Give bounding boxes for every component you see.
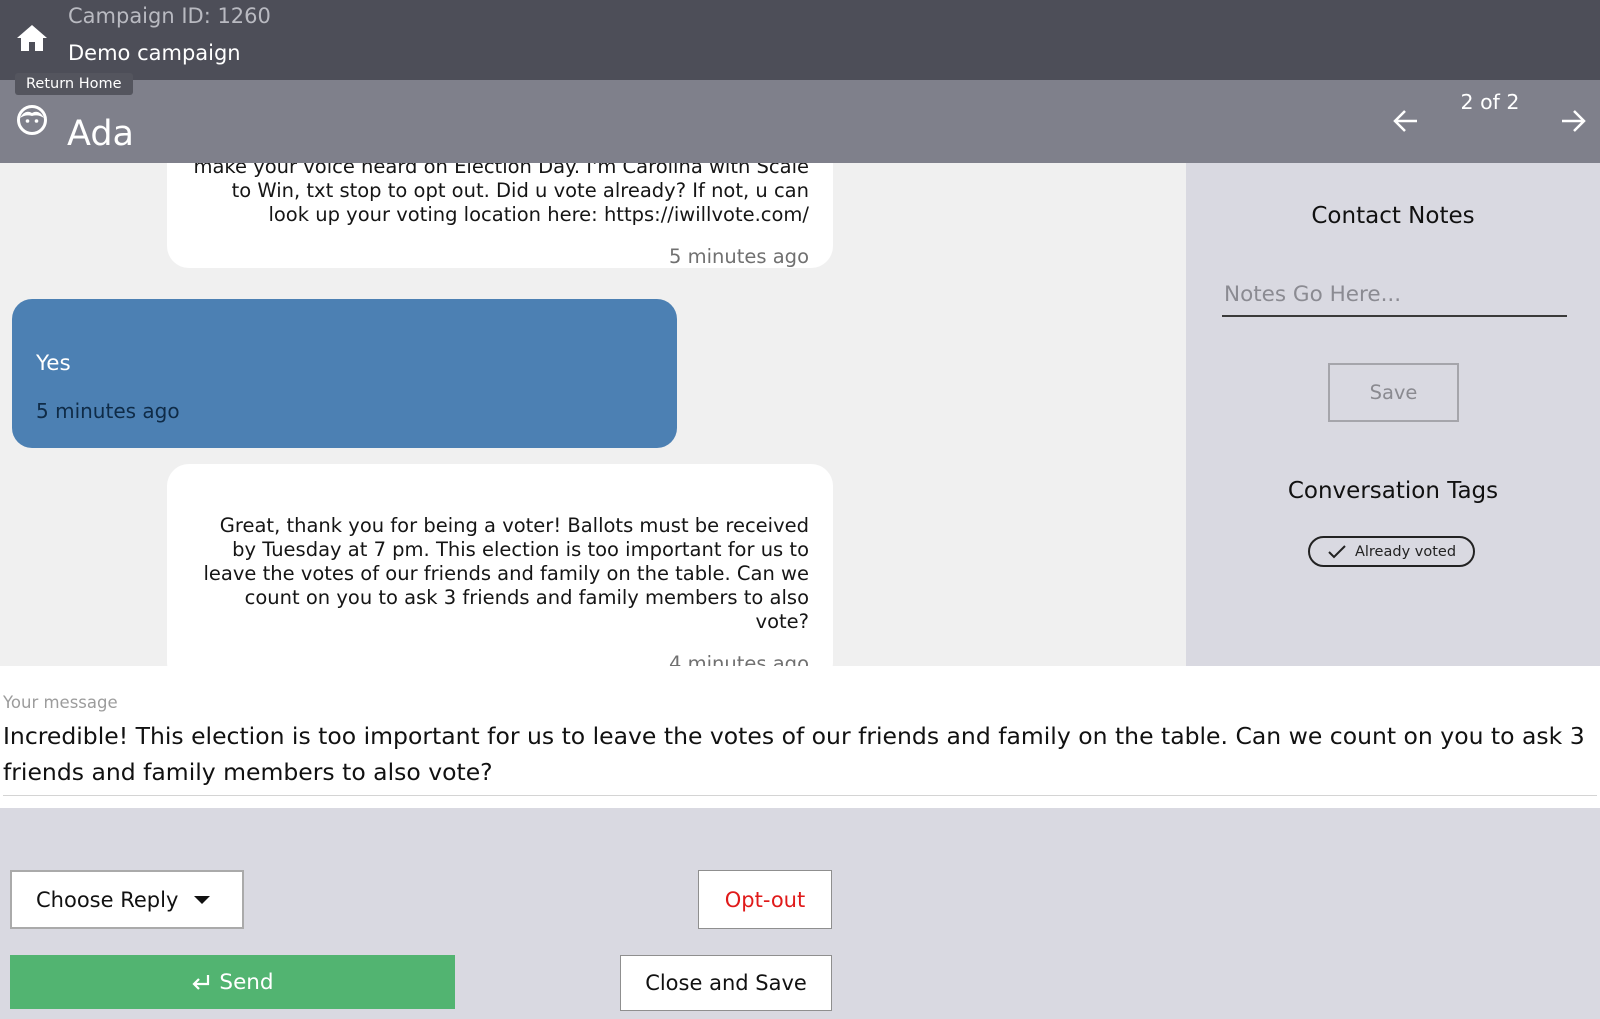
message-timestamp: 5 minutes ago <box>669 245 809 268</box>
campaign-name: Demo campaign <box>68 41 241 65</box>
conversation-tags-title: Conversation Tags <box>1287 478 1499 504</box>
checkmark-icon <box>1328 544 1346 558</box>
outgoing-message: Great, thank you for being a voter! Ball… <box>167 464 833 666</box>
previous-contact-button[interactable] <box>1391 104 1421 138</box>
pagination-indicator: 2 of 2 <box>1460 90 1520 114</box>
arrow-right-icon <box>1562 110 1586 132</box>
home-icon <box>17 25 47 51</box>
message-input-underline <box>3 795 1597 796</box>
return-home-tooltip: Return Home <box>15 73 133 95</box>
header-bar: Campaign ID: 1260 Demo campaign <box>0 0 1600 80</box>
message-input[interactable]: Incredible! This election is too importa… <box>3 718 1593 790</box>
next-contact-button[interactable] <box>1558 104 1588 138</box>
send-button[interactable]: Send <box>10 955 455 1009</box>
choose-reply-label: Choose Reply <box>36 887 179 912</box>
contact-notes-input[interactable] <box>1222 273 1567 317</box>
message-timestamp: 4 minutes ago <box>669 652 809 666</box>
send-label: Send <box>219 969 274 995</box>
arrow-left-icon <box>1393 110 1417 132</box>
tag-chip-already-voted[interactable]: Already voted <box>1308 536 1475 567</box>
home-button[interactable] <box>14 20 50 56</box>
contact-name: Ada <box>67 114 134 154</box>
contact-avatar <box>16 104 48 136</box>
message-text: Great, thank you for being a voter! Ball… <box>203 514 809 633</box>
close-and-save-button[interactable]: Close and Save <box>620 955 832 1011</box>
message-field-label: Your message <box>3 693 118 712</box>
message-timestamp: 5 minutes ago <box>36 399 180 423</box>
action-bar: Choose Reply Opt-out Send Close and Save <box>0 808 1600 1019</box>
outgoing-message: make your voice heard on Election Day. I… <box>167 163 833 268</box>
contact-bar <box>0 80 1600 163</box>
choose-reply-dropdown[interactable]: Choose Reply <box>10 870 244 929</box>
save-notes-button[interactable]: Save <box>1328 363 1459 422</box>
contact-side-panel: Contact Notes Save Conversation Tags Alr… <box>1186 163 1600 666</box>
caret-down-icon <box>194 895 211 904</box>
message-thread[interactable]: make your voice heard on Election Day. I… <box>0 163 1186 666</box>
campaign-id: Campaign ID: 1260 <box>68 4 271 28</box>
face-icon <box>17 105 47 135</box>
opt-out-button[interactable]: Opt-out <box>698 870 832 929</box>
message-text: Yes <box>36 351 71 376</box>
compose-area: Your message Incredible! This election i… <box>0 666 1600 808</box>
contact-notes-title: Contact Notes <box>1311 203 1475 229</box>
tag-label: Already voted <box>1354 543 1457 560</box>
incoming-message: Yes 5 minutes ago <box>12 299 677 448</box>
return-arrow-icon <box>192 975 210 990</box>
message-text: make your voice heard on Election Day. I… <box>193 163 809 226</box>
